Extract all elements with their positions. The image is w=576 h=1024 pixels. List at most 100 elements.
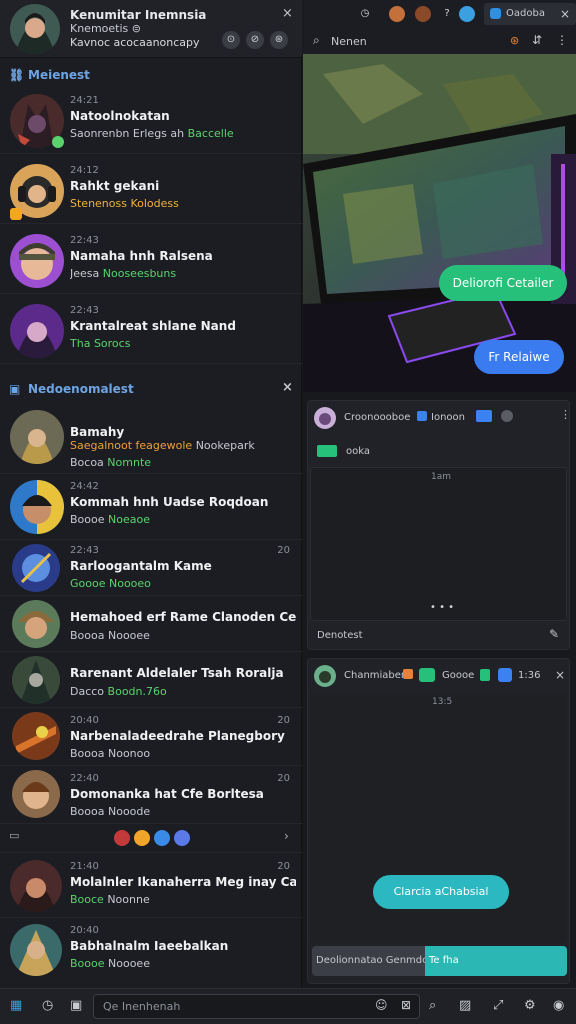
search-icon[interactable]: ⌕	[429, 998, 436, 1013]
expand-icon[interactable]: ⤢	[493, 998, 503, 1013]
chat-item[interactable]: 24:21 Natoolnokatan Saonrenbn Erlegs ah …	[0, 88, 302, 154]
chat-item[interactable]: 20:40 Babhalnalm Iaeebalkan Boooe Noooee	[0, 918, 302, 984]
clock-icon[interactable]: ◷	[357, 6, 373, 22]
edit-icon[interactable]: ✎	[549, 627, 559, 641]
emoji-icon[interactable]: ☺	[375, 998, 388, 1012]
chat-name: Hemahoed erf Rame Clanoden Cenainy	[70, 610, 296, 624]
chat-name: Rarenant Aldelaler Tsah Roralja	[70, 666, 284, 680]
green-tag-icon	[419, 668, 435, 682]
reply-bubble-green[interactable]: Deliorofi Cetailer	[439, 265, 567, 301]
chats-icon[interactable]: ▦	[10, 998, 22, 1013]
app-icon	[490, 8, 501, 19]
chat-sub: Boooe Noeaoe	[70, 513, 150, 526]
reaction-laugh-icon[interactable]	[134, 830, 150, 846]
emoji-icon[interactable]	[501, 410, 513, 422]
profile-avatar[interactable]	[10, 4, 60, 54]
chat-avatar	[12, 544, 60, 592]
reaction-wow-icon[interactable]	[174, 830, 190, 846]
chat-time: 24:21	[70, 95, 99, 106]
chat-item[interactable]: 22:43 Namaha hnh Ralsena Jeesa Nooseesbu…	[0, 228, 302, 294]
help-icon[interactable]: ?	[439, 6, 455, 22]
profile-status: Kavnoc acocaanoncapy	[70, 36, 200, 49]
search-input[interactable]: Nenen	[331, 35, 367, 48]
chat-item[interactable]: Hemahoed erf Rame Clanoden Cenainy Boooa…	[0, 596, 302, 652]
card-tag: Ionoon	[431, 412, 465, 423]
chat-item[interactable]: 24:42 Kommah hnh Uadse Roqdoan Boooe Noe…	[0, 474, 302, 540]
bar-left[interactable]: Deolionnatao Genmdoo	[312, 946, 434, 976]
chat-sub: Bocoa Nomnte	[70, 456, 152, 469]
chat-sub: Boooa Noooee	[70, 629, 150, 642]
chat-item[interactable]: Rarenant Aldelaler Tsah Roralja Dacco Bo…	[0, 652, 302, 708]
mute-icon[interactable]: ⊘	[246, 31, 264, 49]
close-icon[interactable]: ×	[282, 6, 293, 21]
attach-icon[interactable]: ⊠	[401, 998, 411, 1012]
bar-right[interactable]: Te fha	[425, 946, 567, 976]
chat-time: 20:40	[70, 715, 99, 726]
card-tag: Goooe	[442, 670, 475, 681]
chat-item[interactable]: 24:12 Rahkt gekani Stenenoss Kolodess	[0, 158, 302, 224]
chat-card: Croonoooboe Ionoon ⋮ ooka 1am • • • Deno…	[307, 400, 571, 650]
user-avatar-icon[interactable]	[415, 6, 431, 22]
bottom-toolbar: ▦ ◷ ▣ Qe Inenhenah ☺ ⊠ ⌕ ▨ ⤢ ⚙ ◉	[0, 988, 576, 1024]
chat-item[interactable]: 20:40 20 Narbenaladeedrahe Planegbory Bo…	[0, 708, 302, 766]
chat-item[interactable]: 22:43 20 Rarloogantalm Kame Goooe Noooeo	[0, 538, 302, 596]
chat-sub: Booce Noonne	[70, 893, 150, 906]
cta-button[interactable]: Clarcia aChabsial	[373, 875, 509, 909]
chat-time: 22:40	[70, 773, 99, 784]
search-row: ⌕ Nenen ⊛ ⇵ ⋮	[303, 28, 576, 54]
card-title: Croonoooboe	[344, 412, 411, 423]
gamepad-icon[interactable]: ⊛	[510, 34, 519, 47]
reply-bubble-blue[interactable]: Fr Relaiwe	[474, 340, 564, 374]
card-title: Chanmiaber	[344, 670, 406, 681]
user-avatar-icon[interactable]	[389, 6, 405, 22]
more-icon[interactable]: ⋮	[560, 408, 571, 421]
tab-active[interactable]: Oadoba ×	[484, 3, 576, 25]
image-icon[interactable]: ▨	[459, 998, 471, 1013]
chat-item[interactable]: 22:43 Krantalreat shlane Nand Tha Sorocs	[0, 298, 302, 364]
close-icon[interactable]: ×	[555, 668, 565, 682]
card-footer: Denotest	[317, 630, 363, 641]
settings-icon[interactable]: ⊛	[270, 31, 288, 49]
profile-subtitle: Knemoetis ⊜	[70, 22, 141, 35]
chat-item[interactable]: Bamahy Saegalnoot feagewole Nookepark Bo…	[0, 404, 302, 474]
action-bar[interactable]: Deolionnatao Genmdoo Te fha	[312, 946, 567, 976]
reaction-like-icon[interactable]	[154, 830, 170, 846]
status-icon[interactable]: ⊙	[222, 31, 240, 49]
folder-icon: ▣	[9, 382, 21, 396]
profile-header: Kenumitar Inemnsia Knemoetis ⊜ Kavnoc ac…	[0, 0, 302, 58]
status-badge	[10, 208, 22, 220]
settings-icon[interactable]: ⚙	[524, 998, 536, 1013]
section-recommended[interactable]: ▣ Nedoenomalest ×	[0, 376, 302, 402]
chat-time: 22:43	[70, 545, 99, 556]
badge-icon	[417, 411, 427, 421]
more-icon[interactable]: ⋮	[556, 33, 568, 47]
chat-sub: Boooa Noonoo	[70, 747, 151, 760]
chevron-right-icon[interactable]: ›	[284, 829, 289, 843]
media-preview[interactable]: Deliorofi Cetailer Fr Relaiwe	[303, 54, 576, 392]
expand-icon[interactable]: ▭	[9, 829, 19, 842]
chat-time: 22:43	[70, 305, 99, 316]
chat-item[interactable]: 21:40 20 Molalnler Ikanaherra Meg inay C…	[0, 854, 302, 918]
profile-icon[interactable]: ◉	[553, 998, 564, 1013]
media-time: 13:5	[432, 697, 453, 707]
clock-icon[interactable]: ◷	[42, 998, 53, 1013]
close-icon[interactable]: ×	[282, 380, 293, 395]
close-icon[interactable]: ×	[560, 7, 570, 21]
window-icon[interactable]: ▣	[70, 998, 82, 1013]
conversation-list-panel: Kenumitar Inemnsia Knemoetis ⊜ Kavnoc ac…	[0, 0, 302, 988]
bar-right-label: Te fha	[429, 955, 459, 966]
chat-avatar	[12, 770, 60, 818]
message-input[interactable]: Qe Inenhenah	[93, 994, 420, 1019]
chat-preview: Tha Sorocs	[70, 337, 131, 350]
section-favorites[interactable]: ⛓ Meienest	[0, 62, 302, 88]
filter-icon[interactable]: ⇵	[532, 33, 542, 47]
card-media[interactable]: 1am • • •	[310, 467, 567, 621]
chat-item[interactable]: 22:40 20 Domonanka hat Cfe Borltesa Booo…	[0, 766, 302, 824]
reaction-heart-icon[interactable]	[114, 830, 130, 846]
card-media[interactable]: 13:5 Clarcia aChabsial	[310, 693, 567, 943]
telegram-icon[interactable]	[459, 6, 475, 22]
chat-name: Rarloogantalm Kame	[70, 559, 212, 573]
chat-icon[interactable]	[476, 410, 492, 422]
chat-avatar	[12, 600, 60, 648]
loading-dots: • • •	[430, 602, 455, 613]
